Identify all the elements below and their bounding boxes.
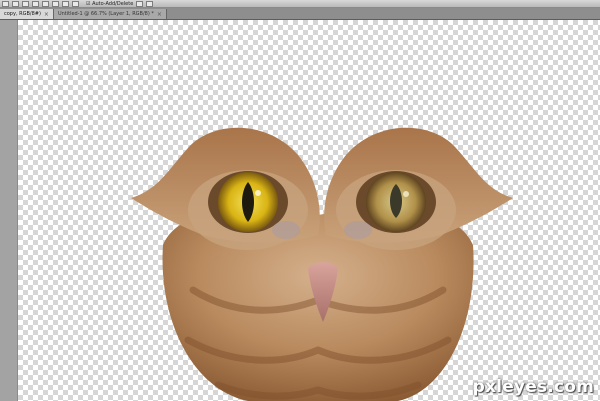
owl-artwork	[131, 127, 513, 401]
shape-rounded-icon[interactable]	[32, 0, 39, 7]
shape-line-icon[interactable]	[62, 0, 69, 7]
checkbox-icon: ☑	[86, 0, 91, 7]
freeform-pen-icon[interactable]	[12, 0, 19, 7]
path-add-icon[interactable]	[146, 0, 154, 7]
options-toolbar: ☑ Auto-Add/Delete	[0, 0, 600, 8]
close-icon[interactable]: ×	[157, 11, 162, 18]
shape-ellipse-icon[interactable]	[42, 0, 49, 7]
tab-label: Untitled-1 @ 66.7% (Layer 1, RGB/8) *	[57, 11, 154, 17]
workspace-gutter	[0, 20, 18, 401]
auto-add-delete-checkbox[interactable]: ☑ Auto-Add/Delete	[86, 1, 133, 7]
tab-label: copy, RGB/8#)	[4, 11, 41, 17]
tab-untitled-1[interactable]: Untitled-1 @ 66.7% (Layer 1, RGB/8) * ×	[53, 9, 167, 19]
custom-shape-icon[interactable]	[72, 0, 79, 7]
shape-rect-icon[interactable]	[22, 0, 29, 7]
close-icon[interactable]: ×	[44, 11, 49, 18]
path-mode-icon[interactable]	[136, 0, 144, 7]
shape-polygon-icon[interactable]	[52, 0, 59, 7]
document-tab-bar: copy, RGB/8#) × Untitled-1 @ 66.7% (Laye…	[0, 8, 600, 20]
document-canvas[interactable]: pxleyes.com	[18, 20, 600, 401]
pen-tool-icon[interactable]	[2, 0, 9, 7]
tab-document-copy[interactable]: copy, RGB/8#) ×	[0, 9, 54, 19]
auto-add-delete-label: Auto-Add/Delete	[92, 0, 134, 7]
watermark-logo: pxleyes.com	[472, 377, 594, 397]
